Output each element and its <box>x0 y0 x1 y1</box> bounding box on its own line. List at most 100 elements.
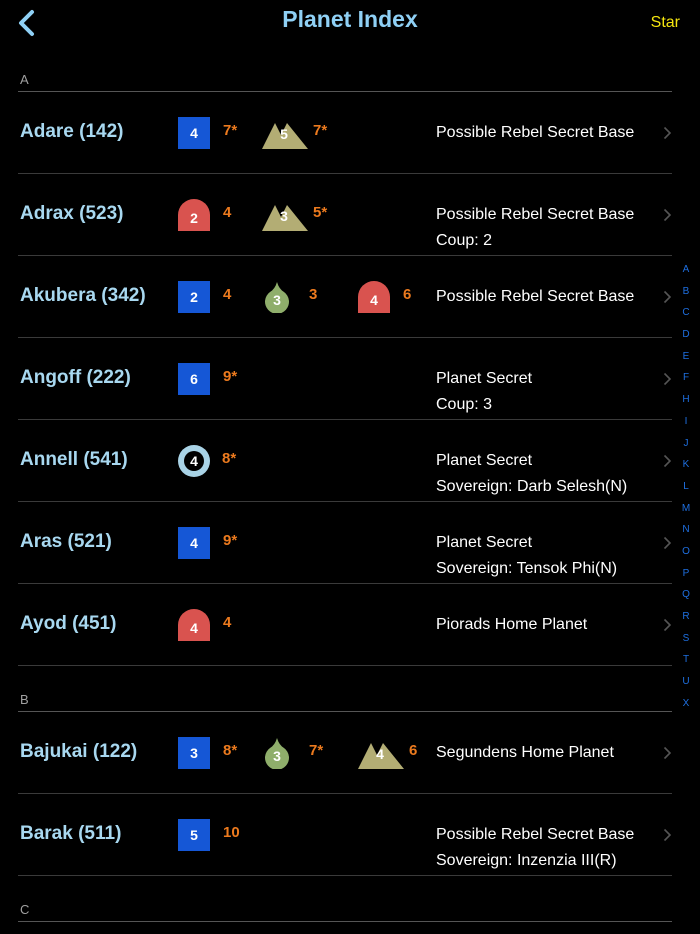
index-letter[interactable]: D <box>676 329 696 351</box>
chevron-right-icon <box>663 372 672 386</box>
planet-detail: Coup: 2 <box>436 232 493 249</box>
unit-strength: 3 <box>273 292 281 308</box>
planet-info: Piorads Home Planet <box>436 612 587 638</box>
planet-row[interactable]: Aras (521) 4 9* Planet Secret Sovereign: Ten… <box>0 502 680 584</box>
planet-name: Adrax (523) <box>20 203 124 224</box>
planet-info: Planet Secret Sovereign: Darb Selesh(N) <box>436 448 627 500</box>
planet-row[interactable]: Angoff (222) 6 9* Planet Secret Coup: 3 <box>0 338 680 420</box>
unit-strength: 4 <box>190 620 198 636</box>
chevron-right-icon <box>663 536 672 550</box>
planet-name: Adare (142) <box>20 121 124 142</box>
unit-strength: 5 <box>190 827 198 843</box>
planet-row[interactable]: Annell (541) 4 8* Planet Secret Sovereign: D… <box>0 420 680 502</box>
chevron-right-icon <box>663 618 672 632</box>
unit-value: 8* <box>222 450 237 467</box>
index-letter[interactable]: B <box>676 286 696 308</box>
planet-info: Possible Rebel Secret Base <box>436 120 634 146</box>
index-letter[interactable]: T <box>676 654 696 676</box>
section-header: B <box>0 682 680 712</box>
index-letter[interactable]: M <box>676 503 696 525</box>
planet-status: Segundens Home Planet <box>436 744 614 761</box>
unit-value: 4 <box>223 286 232 303</box>
planet-name: Annell (541) <box>20 449 128 470</box>
unit-strength: 3 <box>273 748 281 764</box>
unit-strength: 4 <box>376 746 384 762</box>
chevron-right-icon <box>663 828 672 842</box>
planet-detail: Sovereign: Inzenzia III(R) <box>436 852 617 869</box>
unit-strength: 4 <box>190 125 198 141</box>
planet-detail: Sovereign: Tensok Phi(N) <box>436 560 618 577</box>
unit-strength: 2 <box>190 289 198 305</box>
unit-value: 7* <box>309 742 324 759</box>
nav-bar: Planet Index Star <box>0 0 700 44</box>
index-letter[interactable]: O <box>676 546 696 568</box>
index-letter[interactable]: Q <box>676 589 696 611</box>
unit-strength: 3 <box>190 745 198 761</box>
divider <box>18 921 672 922</box>
unit-value: 4 <box>223 614 232 631</box>
planet-status: Possible Rebel Secret Base <box>436 124 635 141</box>
planet-status: Piorads Home Planet <box>436 616 588 633</box>
planet-row[interactable]: Bajukai (122) 3 8* 3 7* 4 6 Segundens Home Plan… <box>0 712 680 794</box>
planet-detail: Coup: 3 <box>436 396 493 413</box>
section-letter: B <box>20 692 29 707</box>
planet-status: Planet Secret <box>436 370 533 387</box>
index-letter[interactable]: H <box>676 394 696 416</box>
unit-strength: 2 <box>190 210 198 226</box>
unit-strength: 6 <box>190 371 198 387</box>
planet-row[interactable]: Adrax (523) 2 4 3 5* Possible Rebel Secret Ba… <box>0 174 680 256</box>
chevron-right-icon <box>663 746 672 760</box>
section-index-bar[interactable]: ABCDEFHIJKLMNOPQRSTUX <box>676 264 696 719</box>
planet-status: Possible Rebel Secret Base <box>436 206 635 223</box>
chevron-right-icon <box>663 208 672 222</box>
unit-value: 5* <box>313 204 328 221</box>
planet-info: Planet Secret Sovereign: Tensok Phi(N) <box>436 530 617 582</box>
index-letter[interactable]: P <box>676 568 696 590</box>
page-title: Planet Index <box>282 6 418 32</box>
index-letter[interactable]: J <box>676 438 696 460</box>
unit-value: 9* <box>223 532 238 549</box>
unit-value: 7* <box>313 122 328 139</box>
planet-info: Planet Secret Coup: 3 <box>436 366 532 418</box>
planet-row[interactable]: Barak (511) 5 10 Possible Rebel Secret Base… <box>0 794 680 876</box>
index-letter[interactable]: U <box>676 676 696 698</box>
unit-strength: 3 <box>280 208 288 224</box>
unit-value: 3 <box>309 286 318 303</box>
planet-row[interactable]: Ayod (451) 4 4 Piorads Home Planet <box>0 584 680 666</box>
planet-status: Possible Rebel Secret Base <box>436 826 635 843</box>
unit-value: 9* <box>223 368 238 385</box>
unit-value: 4 <box>223 204 232 221</box>
chevron-right-icon <box>663 454 672 468</box>
unit-strength: 4 <box>190 535 198 551</box>
index-letter[interactable]: X <box>676 698 696 720</box>
section-letter: A <box>20 72 29 87</box>
planet-status: Planet Secret <box>436 452 533 469</box>
planet-info: Possible Rebel Secret Base Coup: 2 <box>436 202 634 254</box>
index-letter[interactable]: C <box>676 307 696 329</box>
planet-info: Segundens Home Planet <box>436 740 614 766</box>
planet-name: Angoff (222) <box>20 367 131 388</box>
planet-row[interactable]: Akubera (342) 2 4 3 3 4 6 Possible Rebel Secret… <box>0 256 680 338</box>
section-header: C <box>0 892 680 922</box>
index-letter[interactable]: I <box>676 416 696 438</box>
index-letter[interactable]: A <box>676 264 696 286</box>
index-letter[interactable]: R <box>676 611 696 633</box>
star-button[interactable]: Star <box>651 14 680 32</box>
index-letter[interactable]: F <box>676 372 696 394</box>
index-letter[interactable]: E <box>676 351 696 373</box>
planet-row[interactable]: Adare (142) 4 7* 5 7* Possible Rebel Secret B… <box>0 92 680 174</box>
section-letter: C <box>20 902 30 917</box>
planet-detail: Sovereign: Darb Selesh(N) <box>436 478 628 495</box>
index-letter[interactable]: L <box>676 481 696 503</box>
planet-list: A Adare (142) 4 7* 5 7* Possible Rebel Secret … <box>0 62 680 922</box>
planet-name: Bajukai (122) <box>20 741 138 762</box>
section-header: A <box>0 62 680 92</box>
planet-info: Possible Rebel Secret Base Sovereign: Inz… <box>436 822 634 874</box>
index-letter[interactable]: N <box>676 524 696 546</box>
unit-strength: 4 <box>190 453 198 469</box>
planet-info: Possible Rebel Secret Base <box>436 284 634 310</box>
unit-value: 6 <box>409 742 418 759</box>
planet-name: Aras (521) <box>20 531 112 552</box>
index-letter[interactable]: K <box>676 459 696 481</box>
index-letter[interactable]: S <box>676 633 696 655</box>
